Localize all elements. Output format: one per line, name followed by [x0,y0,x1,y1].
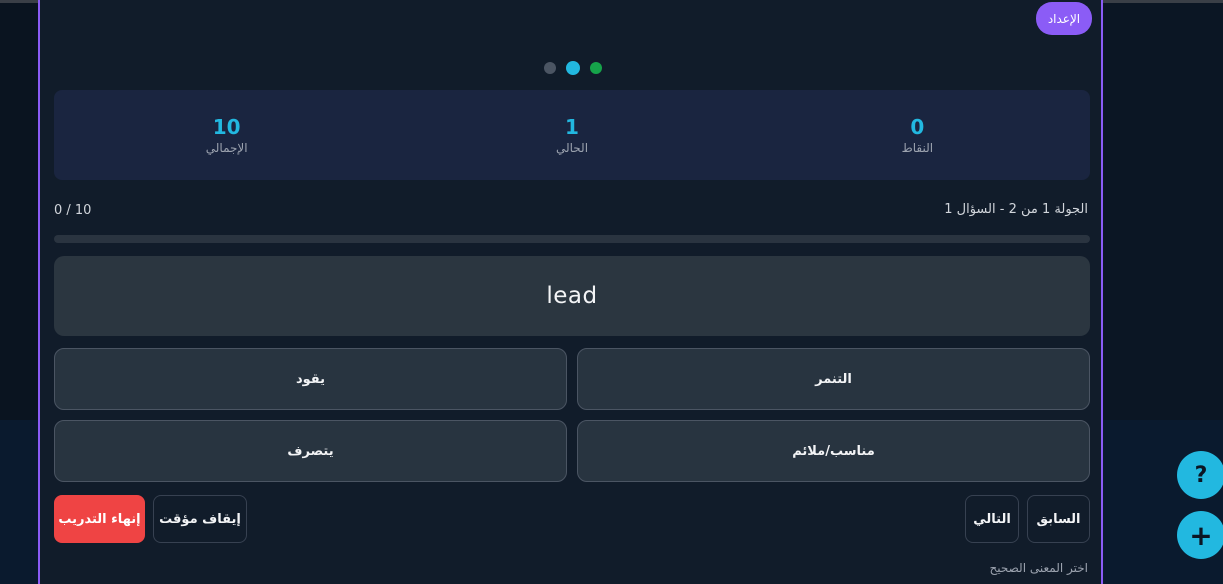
total-value: 10 [212,115,241,139]
background-right [1103,0,1223,420]
stats-panel: 0 النقاط 1 الحالي 10 الإجمالي [54,90,1090,180]
current-value: 1 [565,115,579,139]
quiz-panel: الإعداد 0 النقاط 1 الحالي 10 الإجمالي ال… [38,0,1103,584]
option-button-4[interactable]: يتصرف [54,420,567,482]
add-button[interactable]: + [1177,511,1223,559]
question-word: lead [54,256,1090,336]
option-button-3[interactable]: مناسب/ملائم [577,420,1090,482]
step-indicator [544,61,602,75]
step-dot-cyan [566,61,580,75]
step-dot-gray [544,62,556,74]
score-counter: 0 / 10 [54,203,92,218]
points-label: النقاط [901,141,934,155]
option-button-2[interactable]: يقود [54,348,567,410]
total-label: الإجمالي [205,141,248,155]
current-label: الحالي [555,141,589,155]
help-icon: ? [1194,462,1208,488]
stat-points: 0 النقاط [745,90,1090,180]
instruction-hint: اختر المعنى الصحيح [989,561,1088,575]
help-button[interactable]: ? [1177,451,1223,499]
pause-button[interactable]: إيقاف مؤقت [153,495,247,543]
setup-button[interactable]: الإعداد [1036,2,1092,35]
points-value: 0 [910,115,925,139]
next-button[interactable]: التالي [965,495,1019,543]
step-dot-green [590,62,602,74]
previous-button[interactable]: السابق [1027,495,1090,543]
stat-total: 10 الإجمالي [54,90,399,180]
round-question-info: الجولة 1 من 2 - السؤال 1 [944,202,1088,217]
end-training-button[interactable]: إنهاء التدريب [54,495,145,543]
stat-current: 1 الحالي [399,90,744,180]
plus-icon: + [1189,518,1213,552]
option-button-1[interactable]: التنمر [577,348,1090,410]
progress-bar [54,235,1090,243]
